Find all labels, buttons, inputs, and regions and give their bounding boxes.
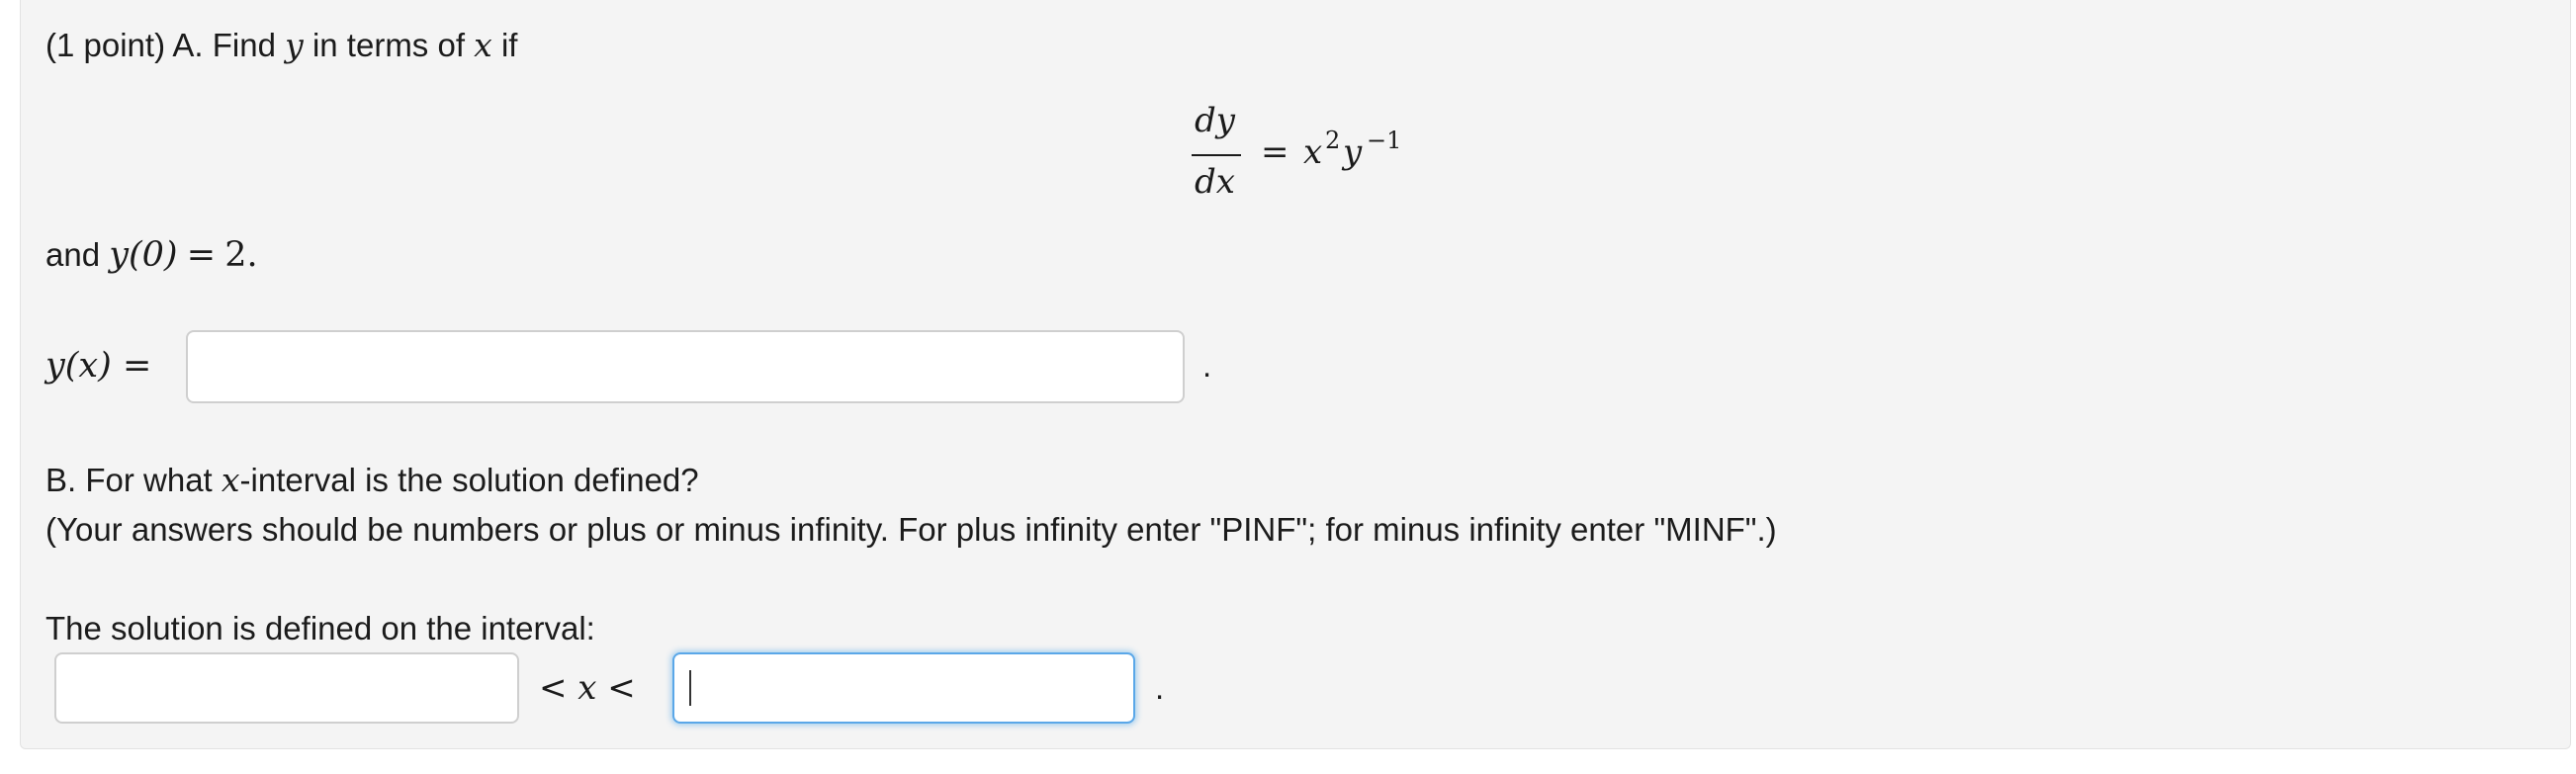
interval-label: The solution is defined on the interval: (45, 610, 595, 646)
condition-prefix: and (45, 236, 101, 273)
part-a-intro: (1 point) A. Find y in terms of x if (45, 26, 517, 65)
condition-math: y(0) (109, 235, 178, 275)
initial-condition: and y(0) = 2. (45, 235, 258, 275)
part-b-instructions: (Your answers should be numbers or plus … (45, 511, 1777, 548)
answer-label: y(x) = (45, 346, 152, 386)
interval-lower-input[interactable] (54, 652, 519, 724)
rhs-x-exponent: 2 (1325, 127, 1341, 154)
equation-numerator: dy (1195, 101, 1235, 140)
interval-inequality: < x < (539, 668, 636, 708)
question-var: x (221, 461, 240, 499)
intro-prefix: (1 point) A. Find (45, 27, 276, 63)
equation-denominator: dx (1195, 162, 1235, 202)
y-of-x-answer-input[interactable] (186, 330, 1185, 403)
question-suffix: -interval is the solution defined? (239, 462, 699, 498)
interval-suffix: . (1155, 669, 1165, 706)
fraction-bar (1192, 154, 1241, 156)
var-x: x (474, 26, 492, 64)
part-b-question: B. For what x-interval is the solution d… (45, 461, 699, 500)
intro-suffix: if (500, 27, 518, 63)
var-y: y (285, 26, 304, 64)
rhs-y-exponent: −1 (1367, 127, 1402, 154)
condition-equals: = (186, 235, 217, 275)
rhs-x: x (1303, 132, 1323, 172)
rhs-y: y (1343, 132, 1363, 172)
condition-value: 2. (224, 235, 258, 275)
intro-middle: in terms of (311, 27, 465, 63)
interval-upper-input[interactable] (672, 652, 1135, 724)
text-cursor (689, 670, 691, 706)
equation-equals: = (1261, 132, 1289, 172)
question-prefix: B. For what (45, 462, 213, 498)
answer-suffix: . (1202, 347, 1212, 384)
